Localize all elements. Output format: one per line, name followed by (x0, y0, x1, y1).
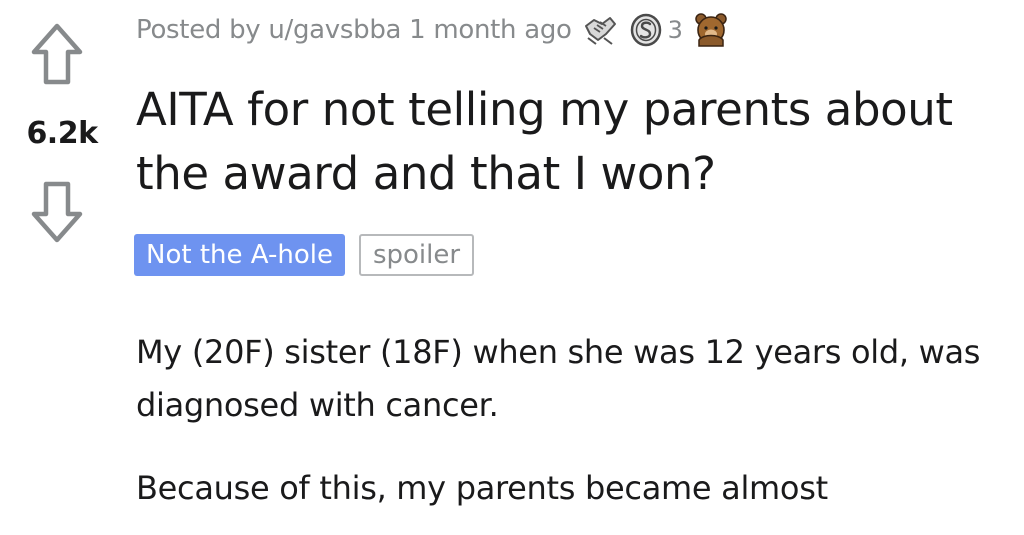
body-paragraph: My (20F) sister (18F) when she was 12 ye… (136, 333, 981, 424)
upvote-arrow-icon[interactable] (30, 22, 84, 86)
vote-score: 6.2k (26, 116, 98, 151)
silver-coin-award-icon[interactable] (628, 12, 664, 48)
verdict-flair[interactable]: Not the A-hole (134, 234, 345, 276)
silver-award-count: 3 (667, 16, 683, 44)
vote-column: 6.2k (0, 0, 124, 260)
post-flairs: Not the A-hole spoiler (134, 234, 475, 276)
posted-by-text[interactable]: Posted by u/gavsbba 1 month ago (136, 15, 572, 45)
downvote-arrow-icon[interactable] (30, 180, 84, 244)
handshake-award-icon[interactable] (582, 12, 618, 48)
body-paragraph: Because of this, my parents became almos… (136, 469, 828, 507)
facepalm-bear-award-icon[interactable] (693, 12, 729, 48)
post-title[interactable]: AITA for not telling my parents about th… (136, 78, 996, 206)
post-meta: Posted by u/gavsbba 1 month ago 3 (136, 8, 729, 52)
spoiler-tag[interactable]: spoiler (358, 234, 475, 276)
post-body: My (20F) sister (18F) when she was 12 ye… (136, 326, 1006, 535)
